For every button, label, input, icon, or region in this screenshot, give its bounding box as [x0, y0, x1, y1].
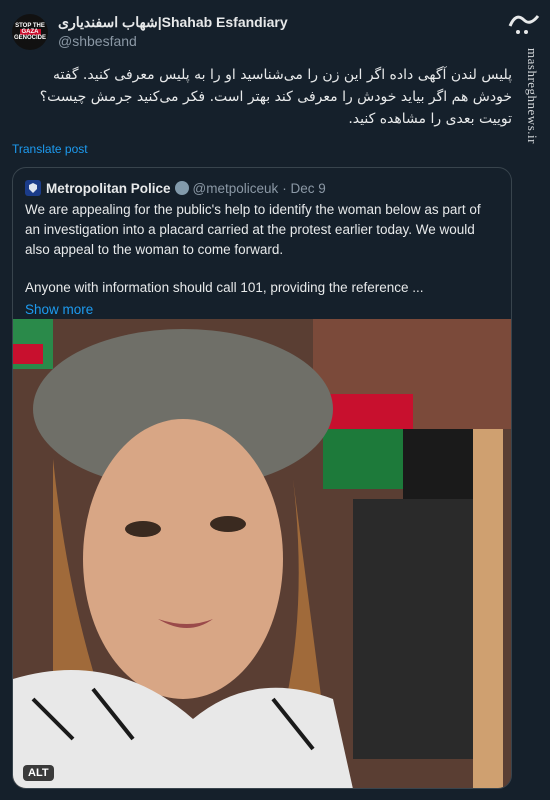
- post-text: پلیس لندن آگهی داده اگر این زن را می‌شنا…: [39, 67, 512, 127]
- tweet[interactable]: STOP THE GAZA GENOCIDE شهاب اسفندیاری|Sh…: [12, 14, 512, 156]
- photo-illustration: [13, 319, 511, 788]
- show-more-link[interactable]: Show more: [13, 302, 511, 317]
- author-display-name[interactable]: شهاب اسفندیاری|Shahab Esfandiary: [58, 14, 288, 31]
- verified-badge-icon: [174, 181, 189, 195]
- alt-text-badge[interactable]: ALT: [23, 765, 54, 781]
- quoted-post[interactable]: Metropolitan Police @metpoliceuk · Dec 9…: [12, 167, 512, 789]
- translate-post-link[interactable]: Translate post: [12, 142, 512, 156]
- avatar[interactable]: STOP THE GAZA GENOCIDE: [12, 14, 48, 50]
- quoted-post-header: Metropolitan Police @metpoliceuk · Dec 9: [13, 168, 511, 196]
- quoted-media-photo[interactable]: ALT: [13, 319, 511, 788]
- author-handle[interactable]: @shbesfand: [58, 33, 288, 49]
- watermark-site: mashreghnews.ir: [525, 48, 540, 144]
- avatar-line-3: GENOCIDE: [13, 35, 46, 41]
- quoted-handle[interactable]: @metpoliceuk: [193, 181, 279, 196]
- quoted-display-name[interactable]: Metropolitan Police: [46, 181, 171, 196]
- quoted-paragraph-1: We are appealing for the public's help t…: [25, 202, 481, 257]
- tweet-header: STOP THE GAZA GENOCIDE شهاب اسفندیاری|Sh…: [12, 14, 512, 50]
- met-police-crest-icon: [25, 180, 41, 196]
- quoted-date[interactable]: · Dec 9: [282, 181, 326, 196]
- quoted-paragraph-2: Anyone with information should call 101,…: [25, 280, 424, 295]
- quoted-text: We are appealing for the public's help t…: [13, 196, 511, 298]
